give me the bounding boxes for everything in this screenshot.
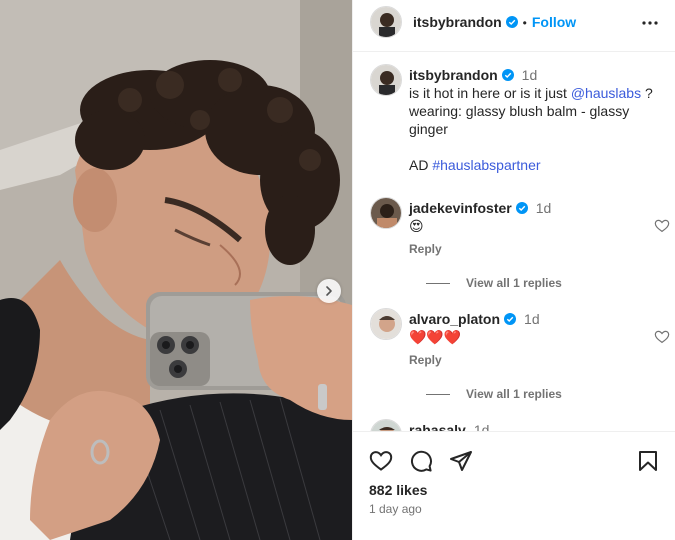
caption-text: is it hot in here or is it just @hauslab… [409, 84, 654, 138]
verified-icon [515, 202, 528, 214]
post-actions: 882 likes 1 day ago [353, 431, 675, 540]
comment-username[interactable]: rahasalv [409, 422, 466, 431]
comment-body: alvaro_platon 1d ❤️❤️❤️ [409, 310, 654, 346]
comment-avatar[interactable] [370, 419, 402, 431]
comment-item: rahasalv 1d [370, 408, 670, 431]
avatar-image [371, 309, 401, 339]
comment-item: alvaro_platon 1d ❤️❤️❤️ Reply View all 1 … [370, 297, 670, 401]
caption-time: 1d [521, 67, 538, 83]
heart-icon[interactable] [654, 218, 670, 234]
view-replies-label: View all 1 replies [466, 276, 562, 290]
comment-avatar[interactable] [370, 197, 402, 229]
comment-item: jadekevinfoster 1d 😍 Reply View all 1 rep… [370, 186, 670, 290]
comment-time: 1d [524, 311, 540, 327]
caption-username[interactable]: itsbybrandon [409, 67, 498, 83]
caption-text-part: is it hot in here or is it just [409, 85, 571, 101]
comment-username[interactable]: alvaro_platon [409, 311, 500, 327]
reply-button[interactable]: Reply [409, 242, 442, 256]
heart-icon[interactable] [654, 329, 670, 345]
chevron-right-icon [326, 286, 332, 296]
hashtag-link[interactable]: #hauslabspartner [432, 157, 540, 173]
verified-icon [504, 313, 517, 325]
view-replies-button[interactable]: View all 1 replies [426, 276, 562, 290]
comment-text: 😍 [409, 218, 424, 234]
post-side-panel: itsbybrandon • Follow itsbybrandon 1d is it… [352, 0, 675, 540]
carousel-next-button[interactable] [317, 279, 341, 303]
author-avatar[interactable] [370, 6, 402, 38]
verified-icon [505, 16, 518, 28]
caption-ad-line: AD #hauslabspartner [409, 156, 654, 174]
comment-text: ❤️❤️❤️ [409, 329, 462, 345]
mention-link[interactable]: @hauslabs [571, 85, 641, 101]
more-icon[interactable] [638, 11, 662, 35]
caption: itsbybrandon 1d is it hot in here or is i… [370, 53, 670, 183]
share-icon[interactable] [449, 449, 473, 473]
comment-body: jadekevinfoster 1d 😍 [409, 199, 654, 235]
heart-icon[interactable] [369, 449, 393, 473]
comments-list[interactable]: itsbybrandon 1d is it hot in here or is i… [353, 53, 675, 431]
follow-button[interactable]: Follow [532, 14, 576, 30]
author-username[interactable]: itsbybrandon [413, 14, 502, 30]
view-replies-label: View all 1 replies [466, 387, 562, 401]
ad-label: AD [409, 157, 433, 173]
post-timestamp[interactable]: 1 day ago [369, 502, 422, 516]
post-header: itsbybrandon • Follow [353, 0, 675, 52]
replies-line [426, 394, 450, 396]
verified-icon [501, 69, 514, 81]
caption-body: itsbybrandon 1d is it hot in here or is i… [409, 66, 654, 174]
comment-icon[interactable] [409, 449, 433, 473]
likes-count[interactable]: 882 likes [369, 482, 427, 498]
reply-button[interactable]: Reply [409, 353, 442, 367]
post-photo[interactable] [0, 0, 352, 540]
comment-body: rahasalv 1d [409, 421, 654, 431]
comment-username[interactable]: jadekevinfoster [409, 200, 512, 216]
comment-time: 1d [473, 422, 490, 431]
avatar-image [371, 198, 401, 228]
save-icon[interactable] [636, 449, 660, 473]
comment-avatar[interactable] [370, 308, 402, 340]
header-user-line: itsbybrandon • Follow [413, 14, 576, 30]
avatar-image [371, 65, 401, 95]
separator-dot: • [522, 16, 527, 30]
replies-line [426, 283, 450, 285]
caption-avatar[interactable] [370, 64, 402, 96]
view-replies-button[interactable]: View all 1 replies [426, 387, 562, 401]
comment-time: 1d [535, 200, 552, 216]
avatar-image [371, 420, 401, 431]
avatar-image [371, 7, 401, 37]
post-image [0, 0, 352, 540]
